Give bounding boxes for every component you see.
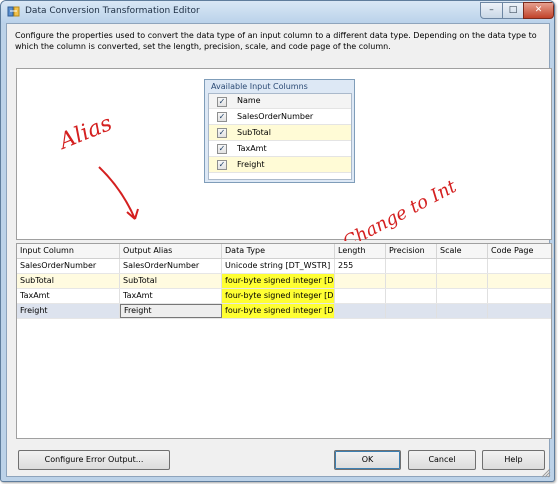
output-alias-cell[interactable]: SalesOrderNumber bbox=[120, 259, 222, 273]
column-header: Output Alias bbox=[120, 244, 222, 258]
output-alias-editor[interactable]: Freight bbox=[120, 304, 222, 318]
table-row[interactable]: SalesOrderNumber SalesOrderNumber Unicod… bbox=[17, 259, 551, 274]
help-button[interactable]: Help bbox=[482, 450, 545, 470]
input-column-cell[interactable]: Freight bbox=[17, 304, 120, 318]
data-type-cell[interactable]: four-byte signed integer [D... bbox=[222, 289, 335, 303]
grid-header-row: Input Column Output Alias Data Type Leng… bbox=[17, 244, 553, 259]
scale-cell[interactable] bbox=[437, 259, 488, 273]
window-title: Data Conversion Transformation Editor bbox=[25, 6, 200, 16]
table-row[interactable]: Freight Freight four-byte signed integer… bbox=[17, 304, 551, 319]
ok-button[interactable]: OK bbox=[334, 450, 401, 470]
column-header: Input Column bbox=[17, 244, 120, 258]
data-type-cell[interactable]: Unicode string [DT_WSTR] bbox=[222, 259, 335, 273]
length-cell[interactable] bbox=[335, 274, 386, 288]
editor-window: Data Conversion Transformation Editor – … bbox=[0, 0, 555, 482]
code-page-cell[interactable] bbox=[488, 259, 553, 273]
precision-cell[interactable] bbox=[386, 259, 437, 273]
length-cell[interactable]: 255 bbox=[335, 259, 386, 273]
handwritten-annotations: Alias Change to Int bbox=[54, 111, 461, 241]
resize-grip-icon[interactable] bbox=[541, 468, 551, 478]
output-alias-cell[interactable]: TaxAmt bbox=[120, 289, 222, 303]
configure-error-output-button[interactable]: Configure Error Output... bbox=[18, 450, 170, 470]
title-bar[interactable]: Data Conversion Transformation Editor – … bbox=[1, 1, 554, 23]
length-cell[interactable] bbox=[335, 304, 386, 318]
data-type-cell[interactable]: four-byte signed integer [D... bbox=[222, 304, 335, 318]
precision-cell[interactable] bbox=[386, 304, 437, 318]
scale-cell[interactable] bbox=[437, 304, 488, 318]
close-button[interactable]: ✕ bbox=[523, 2, 554, 19]
column-header: Data Type bbox=[222, 244, 335, 258]
length-cell[interactable] bbox=[335, 289, 386, 303]
conversion-grid: Input Column Output Alias Data Type Leng… bbox=[16, 243, 553, 439]
code-page-cell[interactable] bbox=[488, 274, 553, 288]
code-page-cell[interactable] bbox=[488, 289, 553, 303]
input-column-cell[interactable]: TaxAmt bbox=[17, 289, 120, 303]
table-row[interactable]: SubTotal SubTotal four-byte signed integ… bbox=[17, 274, 551, 289]
column-header: Scale bbox=[437, 244, 488, 258]
dialog-body: Configure the properties used to convert… bbox=[6, 23, 553, 478]
input-column-cell[interactable]: SalesOrderNumber bbox=[17, 259, 120, 273]
data-type-cell[interactable]: four-byte signed integer [D... bbox=[222, 274, 335, 288]
designer-surface: Available Input Columns ✓ Name ✓ SalesOr… bbox=[16, 68, 552, 241]
data-conversion-icon bbox=[7, 6, 20, 17]
input-column-cell[interactable]: SubTotal bbox=[17, 274, 120, 288]
scale-cell[interactable] bbox=[437, 274, 488, 288]
column-header: Code Page bbox=[488, 244, 553, 258]
alias-annotation: Alias bbox=[54, 111, 116, 155]
change-annotation: Change to Int bbox=[339, 176, 460, 241]
description-text: Configure the properties used to convert… bbox=[15, 31, 537, 51]
column-header: Precision bbox=[386, 244, 437, 258]
alias-arrow bbox=[98, 166, 139, 220]
scale-cell[interactable] bbox=[437, 289, 488, 303]
table-row[interactable]: TaxAmt TaxAmt four-byte signed integer [… bbox=[17, 289, 551, 304]
minimize-button[interactable]: – bbox=[480, 2, 503, 19]
cancel-button[interactable]: Cancel bbox=[408, 450, 476, 470]
output-alias-cell[interactable]: SubTotal bbox=[120, 274, 222, 288]
code-page-cell[interactable] bbox=[488, 304, 553, 318]
maximize-button[interactable]: □ bbox=[502, 2, 524, 19]
precision-cell[interactable] bbox=[386, 274, 437, 288]
precision-cell[interactable] bbox=[386, 289, 437, 303]
column-header: Length bbox=[335, 244, 386, 258]
